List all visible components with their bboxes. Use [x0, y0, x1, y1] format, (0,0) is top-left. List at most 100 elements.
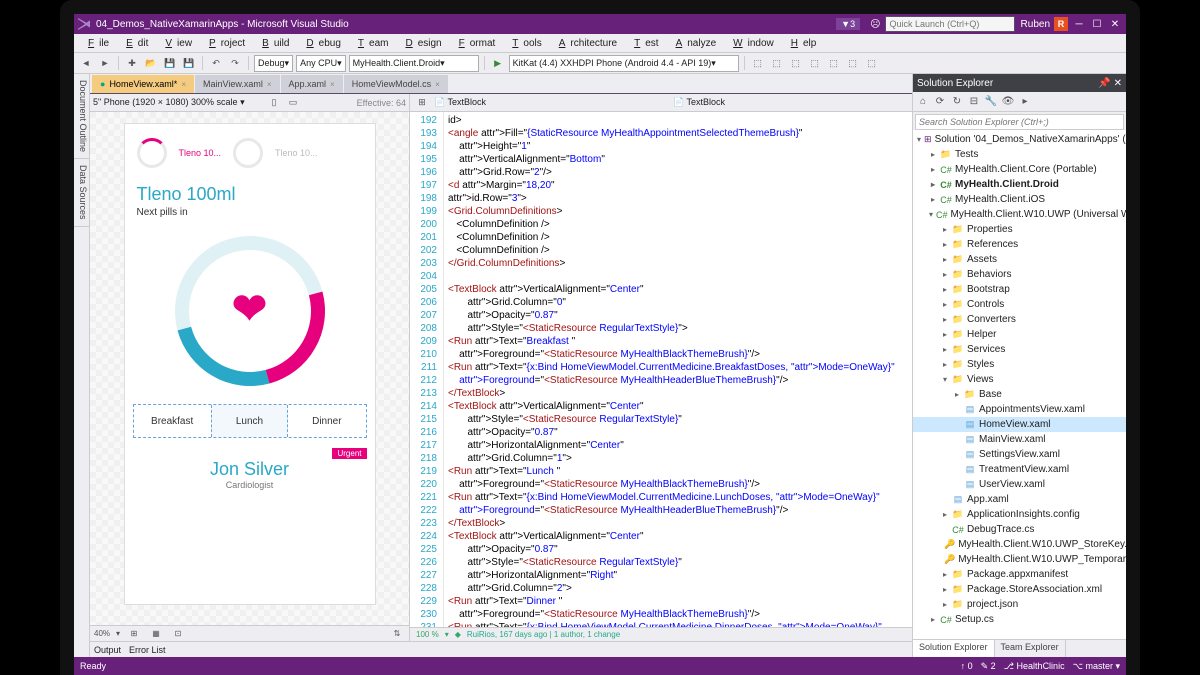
tree-node[interactable]: ▤App.xaml: [913, 492, 1126, 507]
blame-text[interactable]: RuiRios, 167 days ago | 1 author, 1 chan…: [467, 630, 620, 639]
tree-node[interactable]: ▸📁Helper: [913, 327, 1126, 342]
tree-node[interactable]: ▸📁Bootstrap: [913, 282, 1126, 297]
close-panel-icon[interactable]: ✕: [1114, 78, 1122, 89]
split-toggle-icon[interactable]: ⇅: [389, 626, 405, 642]
doctab[interactable]: App.xaml×: [281, 75, 343, 93]
quick-launch-input[interactable]: [885, 16, 1015, 32]
designer-zoom[interactable]: 40%: [94, 629, 110, 638]
tree-node[interactable]: 🔑MyHealth.Client.W10.UWP_TemporaryKey.pf…: [913, 552, 1126, 567]
tb-icon[interactable]: ⬚: [807, 55, 823, 71]
properties-icon[interactable]: 🔧: [983, 94, 999, 110]
show-all-icon[interactable]: 👁: [1000, 94, 1016, 110]
tree-node[interactable]: ▤TreatmentView.xaml: [913, 462, 1126, 477]
tree-node[interactable]: ▸📁Assets: [913, 252, 1126, 267]
fit-icon[interactable]: ⊞: [126, 626, 142, 642]
tree-node[interactable]: ▸📁ApplicationInsights.config: [913, 507, 1126, 522]
orientation-landscape-icon[interactable]: ▭: [285, 95, 301, 111]
code-body[interactable]: 192 193 194 195 196 197 198 199 200 201 …: [410, 112, 912, 627]
git-down[interactable]: ✎ 2: [981, 661, 996, 672]
tree-node[interactable]: ▸📁project.json: [913, 597, 1126, 612]
startup-combo[interactable]: MyHealth.Client.Droid ▾: [349, 55, 479, 72]
document-outline-tab[interactable]: Document Outline: [74, 74, 89, 159]
tb-icon[interactable]: ⬚: [769, 55, 785, 71]
menu-build[interactable]: Build: [252, 36, 294, 51]
tree-node[interactable]: ▾⊞Solution '04_Demos_NativeXamarinApps' …: [913, 132, 1126, 147]
tree-node[interactable]: ▸C#Setup.cs: [913, 612, 1126, 627]
menu-architecture[interactable]: Architecture: [549, 36, 622, 51]
solution-tab[interactable]: Team Explorer: [995, 640, 1066, 657]
new-button[interactable]: ✚: [124, 55, 140, 71]
refresh-icon[interactable]: ↻: [949, 94, 965, 110]
minimize-button[interactable]: ─: [1072, 17, 1086, 31]
preview-icon[interactable]: ▸: [1017, 94, 1033, 110]
tree-node[interactable]: ▤UserView.xaml: [913, 477, 1126, 492]
pin-icon[interactable]: 📌: [1098, 78, 1110, 89]
doctab[interactable]: MainView.xaml×: [195, 75, 280, 93]
tree-node[interactable]: ▾C#MyHealth.Client.W10.UWP (Universal Wi…: [913, 207, 1126, 222]
tb-icon[interactable]: ⬚: [845, 55, 861, 71]
tree-node[interactable]: 🔑MyHealth.Client.W10.UWP_StoreKey.pfx: [913, 537, 1126, 552]
open-button[interactable]: 📂: [143, 55, 159, 71]
menu-team[interactable]: Team: [348, 36, 394, 51]
tree-node[interactable]: ▸C#MyHealth.Client.iOS: [913, 192, 1126, 207]
user-avatar[interactable]: R: [1054, 17, 1068, 31]
doctab[interactable]: HomeViewModel.cs×: [344, 75, 448, 93]
tree-node[interactable]: ▤AppointmentsView.xaml: [913, 402, 1126, 417]
notification-flag[interactable]: ▼3: [836, 18, 860, 30]
config-combo[interactable]: Debug ▾: [254, 55, 293, 72]
undo-button[interactable]: ↶: [208, 55, 224, 71]
tb-icon[interactable]: ⬚: [826, 55, 842, 71]
nav-forward-button[interactable]: ►: [97, 55, 113, 71]
git-up[interactable]: ↑ 0: [961, 661, 973, 671]
solution-search-input[interactable]: [915, 114, 1124, 130]
tree-node[interactable]: ▸📁Package.StoreAssociation.xml: [913, 582, 1126, 597]
tb-icon[interactable]: ⬚: [788, 55, 804, 71]
menu-window[interactable]: Window: [723, 36, 779, 51]
meals-grid-selection[interactable]: Breakfast Lunch Dinner: [133, 404, 367, 438]
platform-combo[interactable]: Any CPU ▾: [296, 55, 346, 72]
tree-node[interactable]: ▸📁Package.appxmanifest: [913, 567, 1126, 582]
tree-node[interactable]: ▸📁Controls: [913, 297, 1126, 312]
redo-button[interactable]: ↷: [227, 55, 243, 71]
menu-analyze[interactable]: Analyze: [666, 36, 722, 51]
tb-icon[interactable]: ⬚: [750, 55, 766, 71]
menu-file[interactable]: File: [78, 36, 114, 51]
element-combo-left[interactable]: 📄 TextBlock: [434, 97, 669, 108]
menu-test[interactable]: Test: [624, 36, 663, 51]
git-repo[interactable]: ⎇ HealthClinic: [1004, 661, 1065, 672]
menu-design[interactable]: Design: [395, 36, 446, 51]
sync-icon[interactable]: ⟳: [932, 94, 948, 110]
tree-node[interactable]: ▸📁Converters: [913, 312, 1126, 327]
menu-tools[interactable]: Tools: [502, 36, 546, 51]
menu-edit[interactable]: Edit: [116, 36, 153, 51]
tree-node[interactable]: ▸📁Behaviors: [913, 267, 1126, 282]
save-button[interactable]: 💾: [162, 55, 178, 71]
menu-help[interactable]: Help: [781, 36, 822, 51]
data-sources-tab[interactable]: Data Sources: [74, 159, 89, 227]
tree-node[interactable]: ▤MainView.xaml: [913, 432, 1126, 447]
tree-node[interactable]: ▾📁Views: [913, 372, 1126, 387]
tree-node[interactable]: ▸C#MyHealth.Client.Core (Portable): [913, 162, 1126, 177]
tree-node[interactable]: ▸📁Services: [913, 342, 1126, 357]
bottom-tab-error-list[interactable]: Error List: [129, 645, 166, 655]
grid-icon[interactable]: ▦: [148, 626, 164, 642]
git-branch[interactable]: ⌥ master ▾: [1073, 661, 1120, 672]
tree-node[interactable]: ▸📁Properties: [913, 222, 1126, 237]
device-combo[interactable]: KitKat (4.4) XXHDPI Phone (Android 4.4 -…: [509, 55, 739, 72]
collapse-icon[interactable]: ⊟: [966, 94, 982, 110]
bottom-tab-output[interactable]: Output: [94, 645, 121, 655]
doctab[interactable]: ●HomeView.xaml*×: [92, 75, 194, 93]
start-debug-button[interactable]: ▶: [490, 55, 506, 71]
design-canvas[interactable]: Tleno 10... Tleno 10... Tleno 100ml Next…: [90, 112, 409, 625]
element-combo-right[interactable]: 📄 TextBlock: [673, 97, 908, 108]
code-zoom[interactable]: 100 %: [416, 630, 439, 639]
home-icon[interactable]: ⌂: [915, 94, 931, 110]
nav-back-button[interactable]: ◄: [78, 55, 94, 71]
code-text[interactable]: id> <angle attr">Fill="{StaticResource M…: [444, 112, 912, 627]
device-preview-combo[interactable]: 5" Phone (1920 × 1080) 300% scale ▾: [93, 97, 263, 108]
tree-node[interactable]: ▸📁References: [913, 237, 1126, 252]
menu-debug[interactable]: Debug: [296, 36, 345, 51]
save-all-button[interactable]: 💾: [181, 55, 197, 71]
menu-project[interactable]: Project: [199, 36, 250, 51]
orientation-portrait-icon[interactable]: ▯: [266, 95, 282, 111]
